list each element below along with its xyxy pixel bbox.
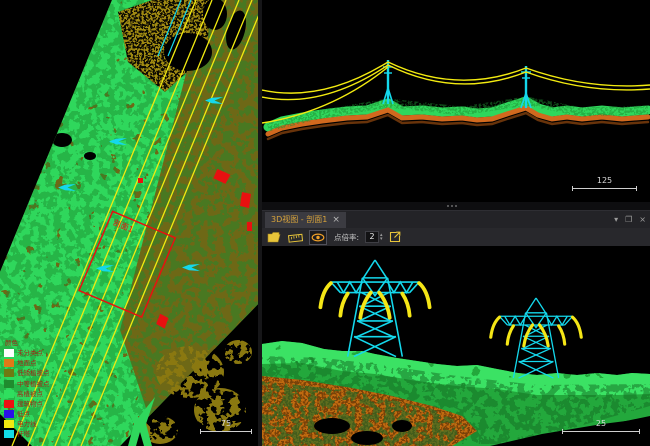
profile-canvas [262, 0, 650, 202]
view3d-toolbar: 点倍率: 2 ▴ ▾ [262, 228, 650, 246]
view3d-scalebar: 25 [562, 419, 640, 434]
save-view-button[interactable] [266, 230, 282, 245]
map-scalebar: 75 [200, 419, 252, 434]
map-scalebar-value: 75 [200, 419, 252, 428]
ruler-icon [288, 232, 303, 243]
view3d-scalebar-value: 25 [562, 419, 640, 428]
measure-button[interactable] [287, 230, 304, 245]
profile-scalebar-value: 125 [572, 176, 637, 185]
legend-item: 建筑物点 [4, 399, 50, 408]
view3d-tower-2 [491, 298, 581, 378]
legend-swatch [4, 430, 14, 438]
legend-swatch [4, 380, 14, 388]
profile-scalebar: 125 [572, 176, 637, 191]
panel-close-icon[interactable]: × [639, 216, 646, 224]
point-scale-spinner[interactable]: 2 ▴ ▾ [365, 231, 383, 243]
spin-down-icon[interactable]: ▾ [380, 237, 383, 241]
export-view-button[interactable] [388, 230, 402, 245]
legend-item: 未分类点 [4, 349, 50, 358]
eye-icon [311, 232, 325, 243]
window-controls: ▾ ❐ × [614, 211, 646, 229]
view3d-canvas [262, 246, 650, 446]
tab-3d-view-section1[interactable]: 3D视图 - 剖面1 × [265, 212, 346, 228]
pointcloud-app-window: 剖面1 颜色 未分类点 地面点 低矮植被点 中等植被点 高植被点 [0, 0, 650, 446]
point-scale-value[interactable]: 2 [365, 231, 379, 243]
view3d-panel-chrome: 3D视图 - 剖面1 × ▾ ❐ × [262, 202, 650, 246]
legend-item: 杆塔 [4, 430, 50, 439]
visibility-button[interactable] [309, 230, 327, 245]
map-viewport[interactable]: 剖面1 颜色 未分类点 地面点 低矮植被点 中等植被点 高植被点 [0, 0, 262, 446]
profile-viewport[interactable]: 125 [262, 0, 650, 202]
legend-item: 中等植被点 [4, 379, 50, 388]
legend-item: 高植被点 [4, 389, 50, 398]
legend-swatch [4, 400, 14, 408]
export-icon [389, 231, 401, 243]
panel-menu-icon[interactable]: ▾ [614, 216, 618, 224]
tab-close-icon[interactable]: × [332, 216, 340, 224]
tab-title: 3D视图 - 剖面1 [271, 214, 327, 225]
legend-swatch [4, 410, 14, 418]
legend-item: 电力线 [4, 420, 50, 429]
legend-item: 低矮植被点 [4, 369, 50, 378]
legend-swatch [4, 390, 14, 398]
view3d-viewport[interactable]: 25 [262, 246, 650, 446]
classification-legend: 颜色 未分类点 地面点 低矮植被点 中等植被点 高植被点 建筑物点 [4, 340, 50, 440]
folder-icon [267, 231, 281, 243]
legend-header: 颜色 [5, 340, 50, 347]
legend-swatch [4, 369, 14, 377]
legend-item: 低点 [4, 410, 50, 419]
splitter-handle[interactable] [447, 205, 457, 207]
legend-item: 地面点 [4, 359, 50, 368]
legend-swatch [4, 349, 14, 357]
view3d-tabbar: 3D视图 - 剖面1 × ▾ ❐ × [262, 210, 650, 228]
spinner-arrows: ▴ ▾ [380, 233, 383, 241]
point-scale-label: 点倍率: [334, 232, 359, 243]
view3d-tower-1 [320, 260, 429, 357]
legend-swatch [4, 420, 14, 428]
panel-float-icon[interactable]: ❐ [625, 216, 632, 224]
legend-swatch [4, 359, 14, 367]
